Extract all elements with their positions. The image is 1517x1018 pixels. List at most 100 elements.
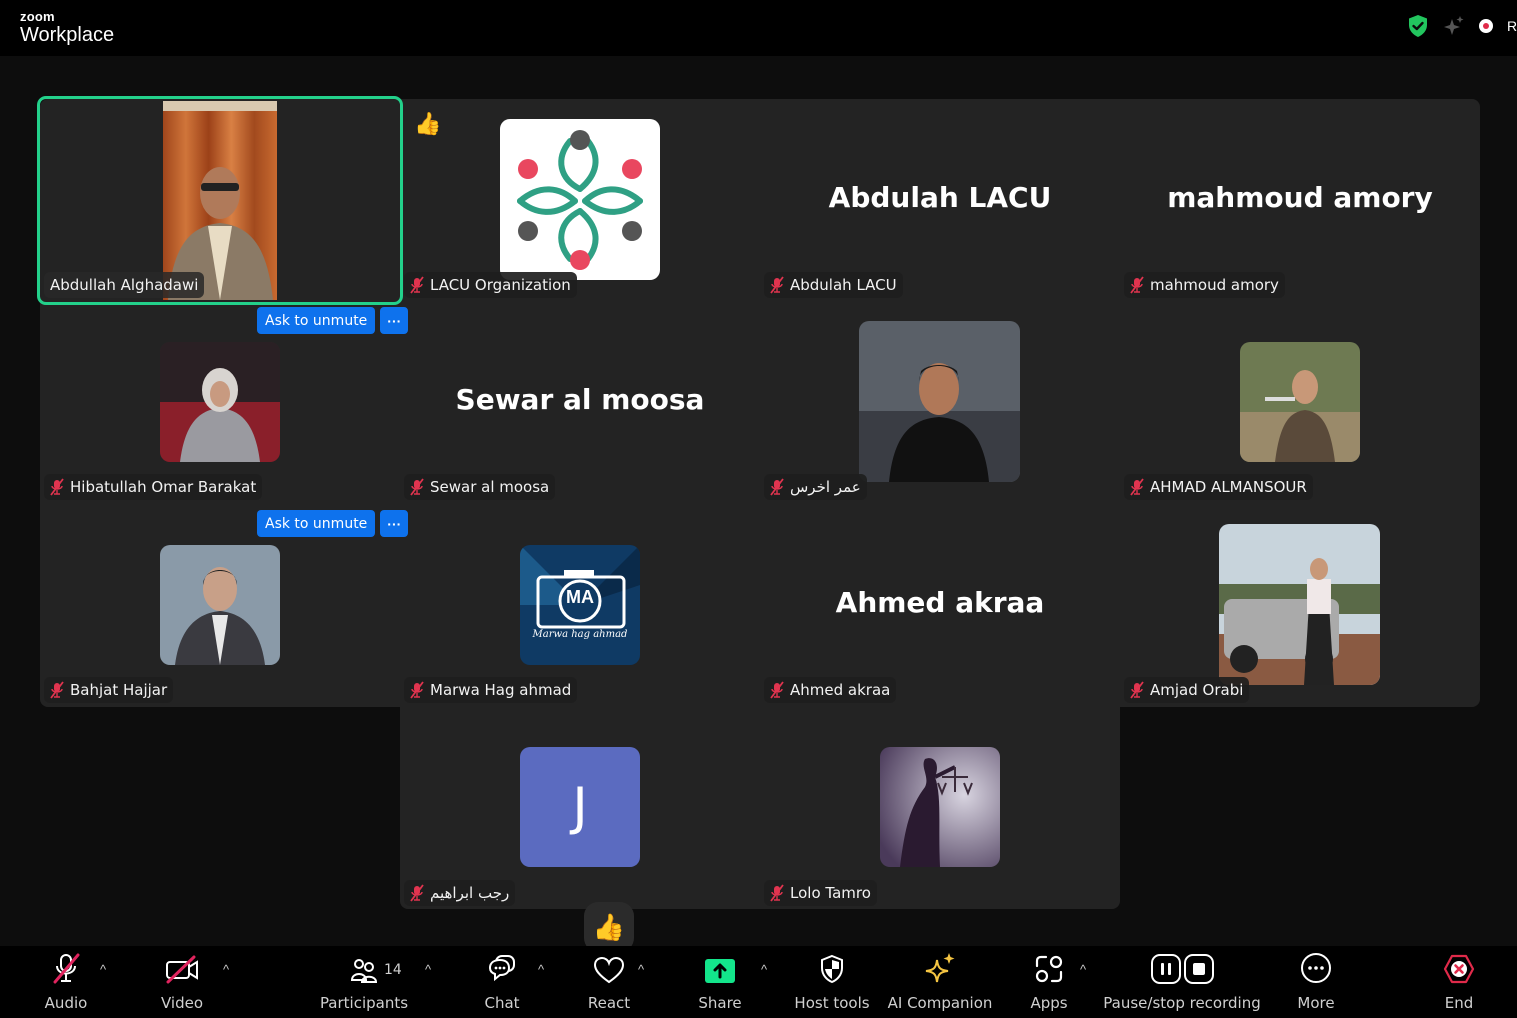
participant-tile[interactable]: Ahmed akraa Ahmed akraa bbox=[760, 504, 1120, 707]
participants-label: Participants bbox=[319, 994, 409, 1012]
mic-muted-icon bbox=[1130, 276, 1144, 294]
participant-tile[interactable]: J رجب ابراهيم bbox=[400, 707, 760, 910]
profile-photo bbox=[160, 342, 280, 462]
initial-avatar: J bbox=[520, 747, 640, 867]
participant-name: Marwa Hag ahmad bbox=[430, 681, 572, 699]
participant-name-tag: Abdulah LACU bbox=[764, 272, 903, 298]
chat-label: Chat bbox=[484, 994, 520, 1012]
end-meeting-button[interactable]: End bbox=[1438, 946, 1480, 1018]
brand-big: Workplace bbox=[20, 24, 115, 46]
ai-sparkle-icon[interactable] bbox=[1443, 15, 1465, 37]
stop-recording-icon[interactable] bbox=[1183, 954, 1214, 984]
participant-tile[interactable]: Lolo Tamro bbox=[760, 707, 1120, 910]
chat-button[interactable]: Chat bbox=[480, 946, 524, 1018]
chat-icon bbox=[488, 955, 515, 982]
react-button[interactable]: React bbox=[584, 946, 634, 1018]
profile-logo: MA Marwa hag ahmad bbox=[520, 545, 640, 665]
participant-tile[interactable]: Sewar al moosa Sewar al moosa bbox=[400, 301, 760, 504]
participant-name: Lolo Tamro bbox=[790, 884, 871, 902]
participant-tile[interactable]: Abdullah Alghadawi bbox=[37, 96, 403, 305]
participant-tile[interactable]: 👍 LACU Organization bbox=[400, 99, 760, 302]
security-shield-icon[interactable] bbox=[1407, 14, 1429, 38]
brand-small: zoom bbox=[20, 9, 55, 24]
share-screen-icon bbox=[705, 959, 735, 983]
mic-muted-icon bbox=[770, 884, 784, 902]
more-label: More bbox=[1297, 994, 1335, 1012]
participant-name: Abdullah Alghadawi bbox=[50, 276, 199, 294]
participant-name: Hibatullah Omar Barakat bbox=[70, 478, 257, 496]
more-button[interactable]: More bbox=[1294, 946, 1338, 1018]
apps-button[interactable]: Apps bbox=[1028, 946, 1070, 1018]
share-button[interactable]: Share bbox=[698, 946, 742, 1018]
apps-icon bbox=[1035, 955, 1063, 983]
participant-tile[interactable]: Amjad Orabi bbox=[1120, 504, 1480, 707]
photo-initials: MA bbox=[566, 587, 594, 607]
recording-label-text: Pause/stop recording bbox=[1103, 994, 1261, 1012]
gallery-view: Abdullah Alghadawi Ask to unmute ··· 👍 L… bbox=[0, 56, 1517, 946]
participant-name-tag: Abdullah Alghadawi bbox=[44, 272, 205, 298]
participant-name: mahmoud amory bbox=[1150, 276, 1279, 294]
apps-options-caret[interactable]: ^ bbox=[1080, 962, 1086, 977]
participant-name-tag: Sewar al moosa bbox=[404, 474, 556, 500]
audio-button[interactable]: Audio bbox=[40, 946, 92, 1018]
ai-companion-button[interactable]: AI Companion bbox=[887, 946, 993, 1018]
app-logo: zoom Workplace bbox=[20, 10, 114, 45]
participant-display-name: Sewar al moosa bbox=[455, 383, 705, 416]
participant-name: AHMAD ALMANSOUR bbox=[1150, 478, 1307, 496]
mic-muted-icon bbox=[410, 478, 424, 496]
audio-options-caret[interactable]: ^ bbox=[100, 962, 106, 977]
participant-tile[interactable]: عمر اخرس bbox=[760, 301, 1120, 504]
participant-name-tag: Ahmed akraa bbox=[764, 677, 897, 703]
profile-photo bbox=[880, 747, 1000, 867]
mic-muted-icon bbox=[50, 478, 64, 496]
react-label: React bbox=[587, 994, 631, 1012]
participant-tile[interactable]: Hibatullah Omar Barakat bbox=[40, 301, 400, 504]
participant-name-tag: AHMAD ALMANSOUR bbox=[1124, 474, 1313, 500]
ai-companion-sparkle-icon bbox=[925, 953, 955, 983]
participant-name: رجب ابراهيم bbox=[430, 884, 510, 902]
participant-name: Abdulah LACU bbox=[790, 276, 897, 294]
participant-name-tag: LACU Organization bbox=[404, 272, 577, 298]
participant-name: Sewar al moosa bbox=[430, 478, 550, 496]
camera-off-icon bbox=[166, 955, 198, 984]
chat-options-caret[interactable]: ^ bbox=[538, 962, 544, 977]
audio-label: Audio bbox=[44, 994, 88, 1012]
participant-name: عمر اخرس bbox=[790, 478, 861, 496]
share-options-caret[interactable]: ^ bbox=[761, 962, 767, 977]
title-bar: zoom Workplace R bbox=[0, 0, 1517, 56]
participants-icon bbox=[350, 959, 378, 983]
participant-name-tag: mahmoud amory bbox=[1124, 272, 1285, 298]
participants-button[interactable]: Participants bbox=[319, 946, 409, 1018]
mic-muted-icon bbox=[770, 478, 784, 496]
participant-name-tag: عمر اخرس bbox=[764, 474, 867, 500]
recording-controls-button[interactable]: Pause/stop recording bbox=[1103, 946, 1261, 1018]
mic-muted-icon bbox=[1130, 681, 1144, 699]
avatar-initial: J bbox=[572, 777, 588, 837]
end-label: End bbox=[1444, 994, 1474, 1012]
end-meeting-icon bbox=[1443, 954, 1475, 984]
participant-name-tag: Amjad Orabi bbox=[1124, 677, 1250, 703]
participant-tile[interactable]: Bahjat Hajjar bbox=[40, 504, 400, 707]
participants-options-caret[interactable]: ^ bbox=[425, 962, 431, 977]
video-options-caret[interactable]: ^ bbox=[223, 962, 229, 977]
share-label: Share bbox=[698, 994, 742, 1012]
react-options-caret[interactable]: ^ bbox=[638, 962, 644, 977]
participant-tile[interactable]: AHMAD ALMANSOUR bbox=[1120, 301, 1480, 504]
profile-photo bbox=[859, 321, 1020, 482]
video-button[interactable]: Video bbox=[158, 946, 206, 1018]
mic-muted-icon bbox=[50, 681, 64, 699]
host-tools-shield-icon bbox=[821, 954, 843, 984]
participant-name-tag: Hibatullah Omar Barakat bbox=[44, 474, 263, 500]
participant-tile[interactable]: MA Marwa hag ahmad Marwa Hag ahmad bbox=[400, 504, 760, 707]
recording-dot-icon[interactable] bbox=[1479, 19, 1493, 33]
profile-logo bbox=[500, 119, 660, 280]
mic-muted-icon bbox=[770, 276, 784, 294]
pause-recording-icon[interactable] bbox=[1150, 954, 1181, 984]
participant-tile[interactable]: Abdulah LACU Abdulah LACU bbox=[760, 99, 1120, 302]
more-ellipsis-icon bbox=[1301, 953, 1331, 983]
apps-label: Apps bbox=[1030, 994, 1068, 1012]
recording-label[interactable]: R bbox=[1507, 18, 1517, 34]
participant-tile[interactable]: mahmoud amory mahmoud amory bbox=[1120, 99, 1480, 302]
ai-companion-label: AI Companion bbox=[887, 994, 993, 1012]
host-tools-button[interactable]: Host tools bbox=[794, 946, 870, 1018]
